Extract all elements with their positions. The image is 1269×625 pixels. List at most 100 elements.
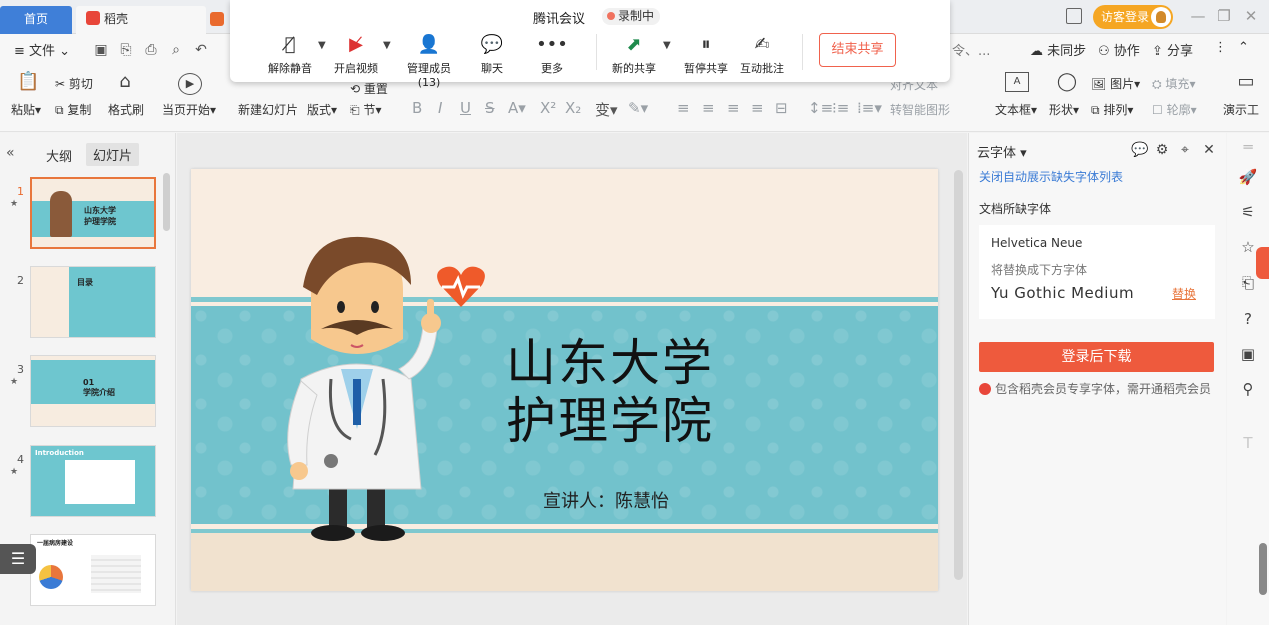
minimize-icon[interactable]: — <box>1188 6 1208 26</box>
end-share-button[interactable]: 结束共享 <box>819 33 896 67</box>
format-painter-button[interactable]: 格式刷 <box>108 101 144 118</box>
layout-button[interactable]: 版式▾ <box>307 101 337 118</box>
tab-outline[interactable]: 大纲 <box>46 146 72 165</box>
rocket-icon[interactable]: 🚀 <box>1238 167 1258 187</box>
play-from-current-button[interactable]: 当页开始▾ <box>162 101 216 118</box>
manage-members-button[interactable]: 👤 管理成员(13) <box>396 34 462 89</box>
annotate-button[interactable]: ✍ 互动批注 <box>738 34 786 76</box>
arrange-button[interactable]: ⧉ 排列▾ <box>1091 101 1133 118</box>
tab-slides[interactable]: 幻灯片 <box>86 143 140 166</box>
more-button[interactable]: ••• 更多 <box>534 34 570 76</box>
align-center-icon[interactable]: ≡ <box>702 99 715 117</box>
thumbs-scrollbar[interactable] <box>163 173 170 231</box>
paste-icon[interactable]: 📋 <box>17 72 39 92</box>
print-preview-icon[interactable]: ⌕ <box>168 42 184 58</box>
tab-docer[interactable]: 稻壳 <box>76 6 206 34</box>
cut-button[interactable]: ✂ 剪切 <box>55 75 93 92</box>
outline-button[interactable]: ☐ 轮廓▾ <box>1152 101 1197 118</box>
command-search[interactable]: 令、... <box>952 40 990 59</box>
new-slide-button[interactable]: 新建幻灯片 <box>238 101 298 118</box>
unmute-button[interactable]: 🎙̸ 解除静音 <box>266 34 314 76</box>
hide-missing-fonts-link[interactable]: 关闭自动展示缺失字体列表 <box>979 168 1123 185</box>
slide-subtitle[interactable]: 宣讲人：陈慧怡 <box>543 487 669 513</box>
close-panel-icon[interactable]: ✕ <box>1200 141 1218 159</box>
sliders-icon[interactable]: ⚟ <box>1238 202 1258 222</box>
distribute-icon[interactable]: ⊟ <box>775 99 788 117</box>
reset-button[interactable]: ⟲ 重置 <box>350 80 388 97</box>
close-icon[interactable]: ✕ <box>1241 6 1261 26</box>
font-color-icon[interactable]: A▾ <box>508 99 526 117</box>
textbox-button[interactable]: 文本框▾ <box>995 101 1037 118</box>
slide-thumbnail[interactable]: 01 学院介绍 <box>30 355 156 427</box>
collapse-ribbon-icon[interactable]: ⌃ <box>1238 40 1249 55</box>
presentation-tools-button[interactable]: 演示工 <box>1223 101 1259 118</box>
media-icon[interactable]: ▣ <box>1238 344 1258 364</box>
floating-menu-icon[interactable]: ☰ <box>0 544 36 574</box>
subscript-icon[interactable]: X₂ <box>565 99 581 117</box>
shape-icon[interactable]: ◯ <box>1056 72 1078 92</box>
save-icon[interactable]: ▣ <box>93 42 109 58</box>
textbox-icon[interactable]: A <box>1005 72 1029 92</box>
maximize-icon[interactable]: ❐ <box>1214 6 1234 26</box>
align-left-icon[interactable]: ≡ <box>677 99 690 117</box>
login-download-button[interactable]: 登录后下载 <box>979 342 1214 372</box>
copy-button[interactable]: ⧉ 复制 <box>55 101 91 118</box>
slide[interactable]: 山东大学 护理学院 宣讲人：陈慧怡 <box>191 169 938 591</box>
chat-button[interactable]: 💬 聊天 <box>476 34 508 76</box>
layout-icon[interactable] <box>1066 8 1082 24</box>
slide-thumbnail[interactable]: 目录 <box>30 266 156 338</box>
slide-thumbnail[interactable]: 一届病房建设 <box>30 534 156 606</box>
sync-status[interactable]: ☁ 未同步 <box>1030 40 1086 59</box>
undo-icon[interactable]: ↶ <box>193 42 209 58</box>
slide-thumbnail[interactable]: 山东大学 护理学院 <box>30 177 156 249</box>
new-share-button[interactable]: ⬈ 新的共享 <box>610 34 658 76</box>
fill-button[interactable]: ⛭ 填充▾ <box>1152 75 1195 92</box>
help-icon[interactable]: ? <box>1238 309 1258 329</box>
share-button[interactable]: ⇪ 分享 <box>1152 40 1193 59</box>
play-icon[interactable]: ▶ <box>178 73 202 95</box>
tab-presentation[interactable] <box>210 6 230 34</box>
star-icon[interactable]: ☆ <box>1238 237 1258 257</box>
italic-icon[interactable]: I <box>438 99 442 117</box>
numbering-icon[interactable]: ⁞≡▾ <box>857 99 882 117</box>
collab-button[interactable]: ⚇ 协作 <box>1098 40 1140 59</box>
smartart-button[interactable]: 转智能图形 <box>890 101 950 118</box>
share-options-icon[interactable]: ▼ <box>663 40 671 51</box>
strikethrough-icon[interactable]: S <box>485 99 495 117</box>
canvas-scrollbar[interactable] <box>954 170 963 580</box>
justify-icon[interactable]: ≡ <box>751 99 764 117</box>
recording-badge[interactable]: 录制中 <box>602 8 661 25</box>
login-button[interactable]: 访客登录 <box>1093 5 1173 29</box>
floating-tag-icon[interactable] <box>1256 247 1269 279</box>
superscript-icon[interactable]: X² <box>540 99 556 117</box>
highlight-icon[interactable]: ✎▾ <box>628 99 648 117</box>
hyperlink-icon[interactable]: ⚲ <box>1238 379 1258 399</box>
video-options-icon[interactable]: ▼ <box>383 40 391 51</box>
image-button[interactable]: 🖼 图片▾ <box>1091 75 1140 92</box>
bold-icon[interactable]: B <box>412 99 422 117</box>
slide-title[interactable]: 山东大学 护理学院 <box>506 334 746 450</box>
export-pdf-icon[interactable]: ⎘ <box>118 42 134 58</box>
transition-icon[interactable]: ⎗ <box>1238 273 1258 293</box>
pause-share-button[interactable]: ⏸ 暂停共享 <box>682 34 730 76</box>
slide-thumbnail[interactable]: Introduction <box>30 445 156 517</box>
comment-icon[interactable]: 💬 <box>1131 141 1149 159</box>
gear-icon[interactable]: ⚙ <box>1153 141 1171 159</box>
paste-button[interactable]: 粘贴▾ <box>11 101 41 118</box>
pin-icon[interactable]: ⌖ <box>1176 141 1194 159</box>
mic-options-icon[interactable]: ▼ <box>318 40 326 51</box>
start-video-button[interactable]: ▶̸ 开启视频 <box>330 34 382 76</box>
phonetic-icon[interactable]: 变▾ <box>595 99 618 120</box>
print-icon[interactable]: ⎙ <box>143 42 159 58</box>
format-painter-icon[interactable]: ⌂ <box>114 72 136 92</box>
cloud-font-title[interactable]: 云字体 ▾ <box>977 142 1027 161</box>
text-icon[interactable]: T <box>1238 433 1258 453</box>
align-right-icon[interactable]: ≡ <box>727 99 740 117</box>
right-scrollbar[interactable] <box>1259 543 1267 595</box>
section-button[interactable]: ⎗ 节▾ <box>350 101 381 118</box>
collapse-panel-icon[interactable]: « <box>6 145 15 161</box>
underline-icon[interactable]: U <box>460 99 471 117</box>
line-spacing-icon[interactable]: ↕≡ <box>808 99 833 117</box>
shape-button[interactable]: 形状▾ <box>1049 101 1079 118</box>
more-menu-icon[interactable]: ⋮ <box>1214 40 1227 55</box>
